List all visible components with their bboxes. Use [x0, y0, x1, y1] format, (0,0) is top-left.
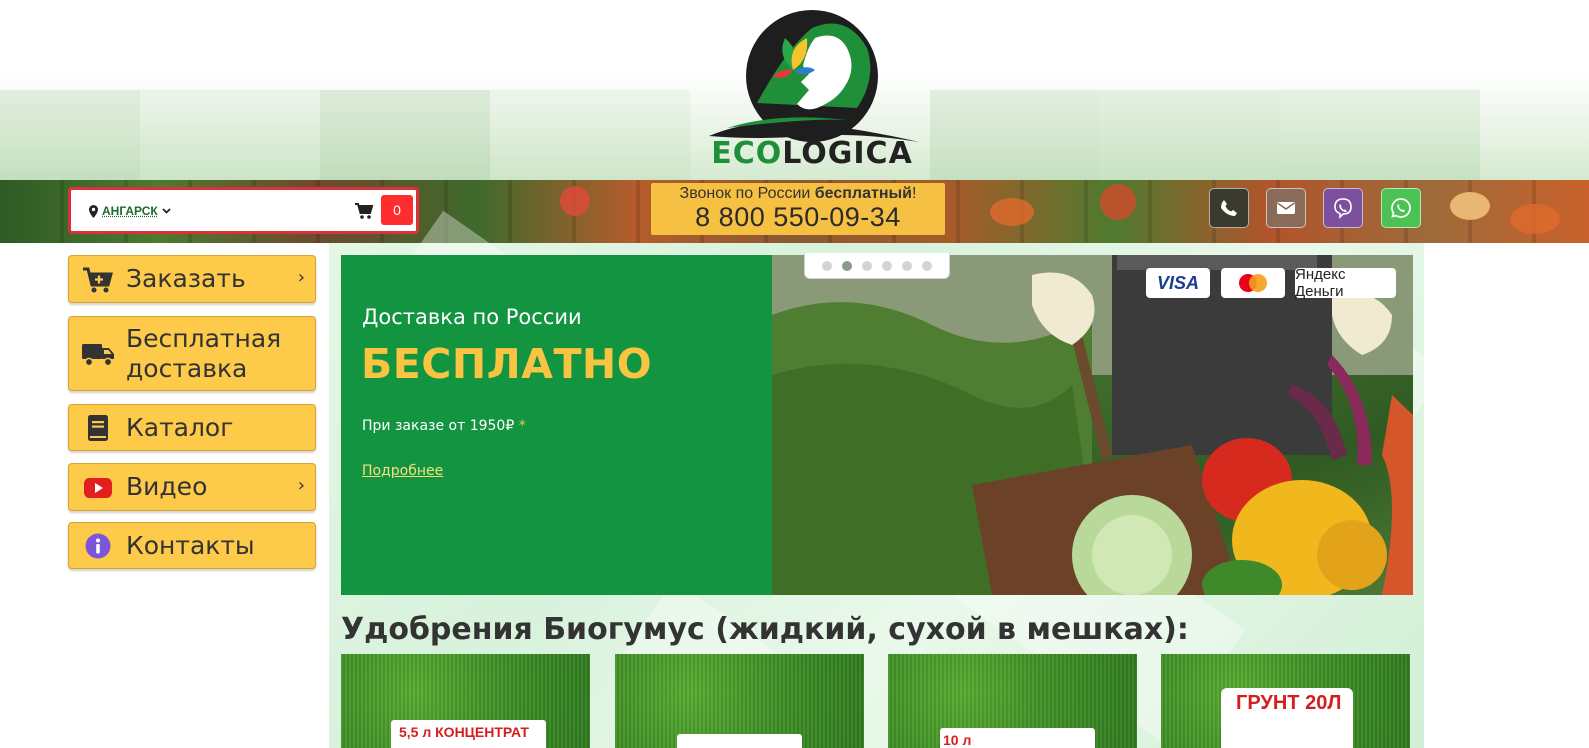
cart-count-badge[interactable]: 0 [381, 195, 413, 225]
menu-order-label: Заказать [126, 264, 246, 293]
menu-free-delivery-label: Бесплатная доставка [126, 324, 282, 383]
slide-note-text: При заказе от 1950₽ [362, 418, 519, 434]
slide-subtitle: Доставка по России [362, 305, 582, 329]
truck-icon [81, 339, 115, 369]
product-pack-label: 5,5 л КОНЦЕНТРАТ [399, 724, 529, 740]
city-name: АНГАРСК [102, 204, 158, 218]
slider-dot[interactable] [902, 260, 912, 271]
menu-free-delivery[interactable]: Бесплатная доставка [68, 316, 316, 391]
mastercard-badge [1221, 268, 1285, 298]
phone-icon [1221, 200, 1237, 216]
city-selector[interactable]: АНГАРСК [89, 204, 171, 218]
call-button[interactable] [1209, 188, 1249, 228]
cart-plus-icon [81, 265, 115, 295]
product-card[interactable]: ГРУНТ 20Л [1161, 654, 1410, 748]
mastercard-icon [1239, 274, 1267, 292]
info-icon [81, 531, 115, 561]
phone-caption-bold: бесплатный [814, 185, 912, 202]
section-title-fertilizers: Удобрения Биогумус (жидкий, сухой в мешк… [341, 612, 1189, 647]
slider-dot[interactable] [922, 260, 932, 271]
slide-photo-gardener-vegetables [772, 255, 1413, 595]
phone-caption: Звонок по России бесплатный! [651, 185, 945, 203]
city-cart-panel: АНГАРСК 0 [68, 187, 419, 234]
menu-catalog[interactable]: Каталог [68, 404, 316, 451]
slider-dot-active[interactable] [842, 260, 852, 271]
product-pack-label: 10 л [943, 732, 972, 748]
menu-video-label: Видео [126, 472, 208, 501]
slider-pagination [804, 253, 950, 279]
logo-logica-text: LOGICA [782, 136, 913, 171]
slide-title: БЕСПЛАТНО [361, 340, 653, 388]
slide-note-star: * [518, 418, 526, 434]
slider-dot[interactable] [862, 260, 872, 271]
viber-button[interactable] [1323, 188, 1363, 228]
viber-icon [1334, 198, 1352, 219]
product-pack-label: ГРУНТ 20Л [1236, 692, 1342, 714]
mail-icon [1277, 202, 1295, 214]
slide-note: При заказе от 1950₽ * [362, 418, 526, 434]
menu-catalog-label: Каталог [126, 413, 234, 442]
menu-video[interactable]: Видео › [68, 463, 316, 511]
whatsapp-button[interactable] [1381, 188, 1421, 228]
mail-button[interactable] [1266, 188, 1306, 228]
logo-wordmark[interactable]: ECOLOGICA [697, 136, 927, 171]
slider-dot[interactable] [882, 260, 892, 271]
slide-more-link[interactable]: Подробнее [362, 463, 443, 479]
chevron-right-icon: › [297, 475, 305, 496]
slider-dot[interactable] [822, 260, 832, 271]
menu-contacts[interactable]: Контакты [68, 522, 316, 569]
logo-emblem-icon [709, 10, 919, 142]
menu-contacts-label: Контакты [126, 531, 255, 560]
map-pin-icon [89, 204, 98, 218]
whatsapp-icon [1391, 198, 1411, 218]
yandex-money-badge: Яндекс Деньги [1295, 266, 1396, 300]
product-card[interactable]: 5,5 л КОНЦЕНТРАТ [341, 654, 590, 748]
vegetables-photo-icon [772, 255, 1413, 595]
logo-eco-text: ECO [711, 136, 783, 171]
phone-banner[interactable]: Звонок по России бесплатный! 8 800 550-0… [651, 183, 945, 235]
chevron-right-icon: › [297, 267, 305, 288]
chevron-down-icon [162, 208, 171, 214]
phone-number[interactable]: 8 800 550-09-34 [651, 203, 945, 231]
product-card[interactable]: 10 л [888, 654, 1137, 748]
book-icon [81, 413, 115, 443]
cart-icon[interactable] [354, 201, 374, 221]
product-card[interactable] [615, 654, 864, 748]
phone-caption-suffix: ! [912, 185, 917, 202]
visa-badge: VISA [1146, 268, 1210, 298]
phone-caption-prefix: Звонок по России [679, 185, 815, 202]
menu-order[interactable]: Заказать › [68, 255, 316, 303]
product-pack-image [677, 734, 802, 748]
youtube-icon [81, 473, 115, 503]
